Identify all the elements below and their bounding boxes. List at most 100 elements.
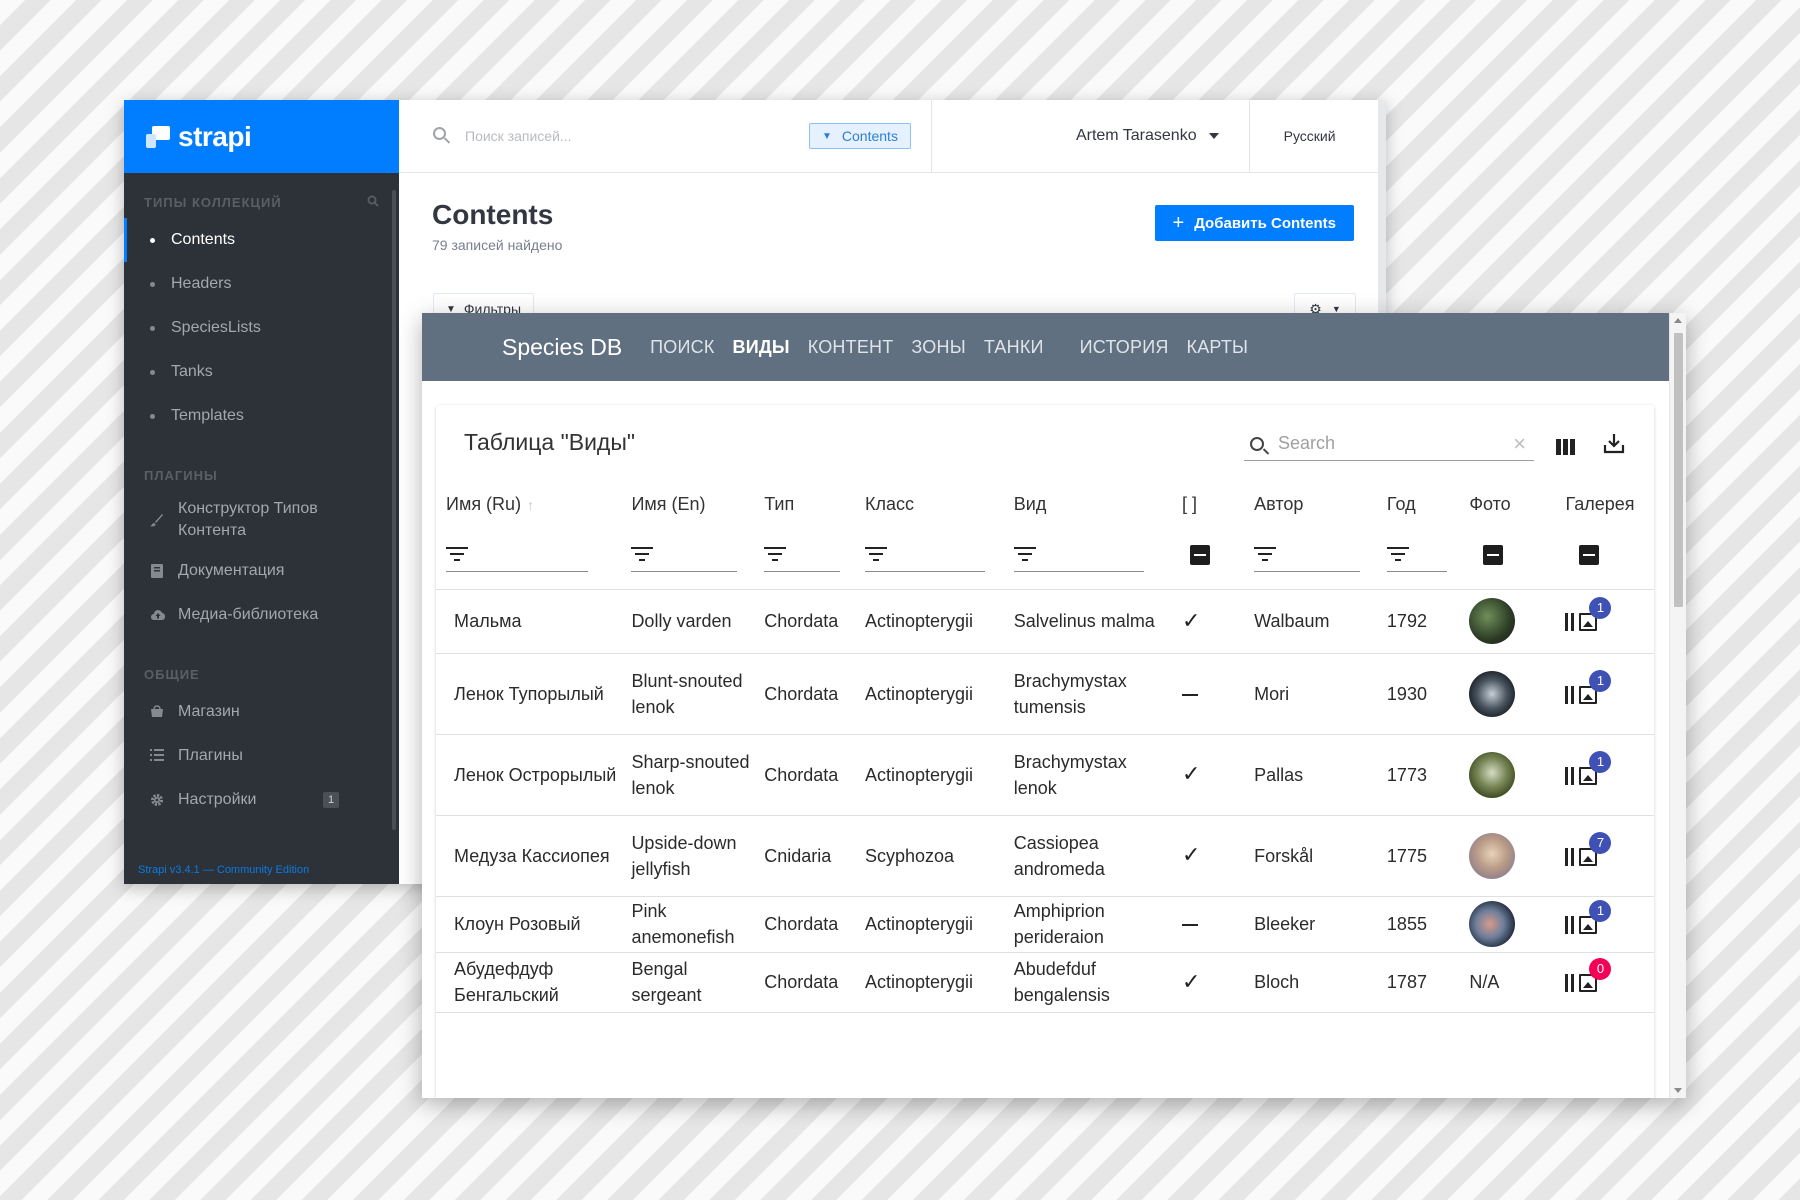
sidebar-item-plugins[interactable]: Плагины: [124, 734, 399, 778]
fish-photo[interactable]: [1469, 670, 1516, 717]
indeterminate-checkbox[interactable]: [1579, 544, 1600, 565]
filter-list-icon[interactable]: [631, 546, 654, 562]
filter-cell[interactable]: [1003, 521, 1165, 590]
user-menu[interactable]: Artem Tarasenko: [1076, 127, 1219, 145]
sidebar-item-tanks[interactable]: Tanks: [124, 350, 399, 394]
filter-list-icon[interactable]: [1254, 546, 1277, 562]
sidebar-item-specieslists[interactable]: SpeciesLists: [124, 306, 399, 350]
scroll-up-icon[interactable]: [1674, 318, 1682, 323]
nav-zones[interactable]: ЗОНЫ: [911, 337, 965, 358]
indeterminate-checkbox[interactable]: [1190, 544, 1211, 565]
gallery-icon[interactable]: 1: [1565, 669, 1612, 714]
filter-list-icon[interactable]: [1013, 546, 1036, 562]
column-header[interactable]: Галерея: [1555, 487, 1654, 521]
table-search[interactable]: Search ×: [1244, 427, 1534, 461]
nav-content[interactable]: КОНТЕНТ: [808, 337, 894, 358]
filter-list-icon[interactable]: [1386, 546, 1409, 562]
table-row[interactable]: Абудефдуф Бенгальский Bengal sergeant Ch…: [436, 952, 1654, 1013]
sidebar-item-documentation[interactable]: Документация: [124, 549, 399, 593]
filter-tag[interactable]: ▼ Contents: [809, 123, 911, 149]
filter-list-icon[interactable]: [446, 546, 468, 562]
column-header[interactable]: Вид: [1004, 487, 1164, 521]
scrollbar-thumb[interactable]: [1674, 333, 1683, 607]
nav-search[interactable]: ПОИСК: [650, 337, 714, 358]
gallery-icon[interactable]: 0: [1565, 958, 1612, 1002]
cell-photo[interactable]: [1459, 896, 1556, 953]
cell-gallery[interactable]: 0: [1555, 952, 1654, 1013]
column-header[interactable]: Класс: [855, 487, 1004, 521]
cell-photo[interactable]: [1459, 815, 1556, 897]
nav-tanks[interactable]: ТАНКИ: [984, 337, 1044, 358]
fish-photo[interactable]: [1469, 751, 1516, 798]
filter-cell[interactable]: [754, 521, 855, 590]
filter-cell[interactable]: [1555, 521, 1654, 590]
indeterminate-checkbox[interactable]: [1483, 544, 1504, 565]
cell-gallery[interactable]: 1: [1555, 734, 1654, 816]
column-header[interactable]: Автор: [1244, 487, 1377, 521]
vertical-scrollbar[interactable]: [1669, 313, 1686, 1098]
filter-cell[interactable]: [436, 521, 622, 590]
filter-cell[interactable]: [1459, 521, 1556, 590]
search-input[interactable]: Поиск записей...: [465, 128, 809, 144]
sidebar-item-marketplace[interactable]: Магазин: [124, 690, 399, 734]
nav-maps[interactable]: КАРТЫ: [1187, 337, 1249, 358]
filter-cell[interactable]: [1164, 521, 1245, 590]
gallery-icon[interactable]: 1: [1565, 597, 1612, 641]
filter-cell[interactable]: [621, 521, 755, 590]
jellyfish-photo[interactable]: [1469, 832, 1516, 879]
gallery-icon[interactable]: 7: [1565, 831, 1612, 876]
table-row[interactable]: Ленок Тупорылый Blunt-snouted lenok Chor…: [436, 653, 1654, 735]
table-search-input[interactable]: Search: [1278, 433, 1513, 454]
sidebar-item-media-library[interactable]: Медиа-библиотека: [124, 593, 399, 637]
cloud-upload-icon: [150, 608, 165, 622]
filter-list-icon[interactable]: [764, 546, 787, 562]
search-icon[interactable]: [367, 195, 379, 210]
nav-species[interactable]: ВИДЫ: [733, 337, 790, 358]
fish-photo[interactable]: [1469, 598, 1516, 644]
table-row[interactable]: Ленок Острорылый Sharp-snouted lenok Cho…: [436, 734, 1654, 816]
download-icon[interactable]: [1602, 431, 1626, 457]
search-icon[interactable]: [433, 127, 451, 145]
add-contents-button[interactable]: + Добавить Contents: [1154, 205, 1354, 241]
view-columns-icon[interactable]: [1556, 439, 1575, 455]
cell-gallery[interactable]: 1: [1555, 896, 1654, 953]
cell-name-ru: Медуза Кассиопея: [436, 815, 622, 897]
cell-gallery[interactable]: 7: [1555, 815, 1654, 897]
gallery-icon[interactable]: 1: [1565, 900, 1612, 944]
cell-name-ru: Абудефдуф Бенгальский: [436, 952, 622, 1013]
cell-photo[interactable]: [1459, 653, 1556, 735]
sidebar-item-headers[interactable]: Headers: [124, 262, 399, 306]
column-header[interactable]: Тип: [754, 487, 855, 521]
cell-photo[interactable]: [1459, 734, 1556, 816]
fish-photo[interactable]: [1469, 901, 1516, 947]
sidebar-scrollbar[interactable]: [392, 190, 396, 830]
filter-list-icon[interactable]: [864, 546, 887, 562]
cell-photo[interactable]: [1459, 589, 1556, 654]
table-row[interactable]: Медуза Кассиопея Upside-down jellyfish C…: [436, 815, 1654, 897]
column-header[interactable]: [ ]: [1164, 487, 1244, 521]
nav-history[interactable]: ИСТОРИЯ: [1080, 337, 1169, 358]
table-row[interactable]: Клоун Розовый Pink anemonefish Chordata …: [436, 896, 1654, 953]
sidebar-item-settings[interactable]: Настройки 1: [124, 778, 399, 822]
column-header[interactable]: Год: [1377, 487, 1459, 521]
gallery-icon[interactable]: 1: [1565, 750, 1612, 795]
column-header[interactable]: Имя (En): [621, 487, 754, 521]
cell-gallery[interactable]: 1: [1555, 653, 1654, 735]
cell-gallery[interactable]: 1: [1555, 589, 1654, 654]
sidebar-item-contents[interactable]: Contents: [124, 218, 399, 262]
filter-cell[interactable]: [854, 521, 1004, 590]
filter-cell[interactable]: [1244, 521, 1377, 590]
column-header[interactable]: Имя (Ru) ↑: [436, 487, 621, 521]
sidebar-item-content-type-builder[interactable]: Конструктор Типов Контента: [124, 491, 399, 549]
table-row[interactable]: Мальма Dolly varden Chordata Actinoptery…: [436, 589, 1654, 654]
language-selector[interactable]: Русский: [1284, 128, 1336, 144]
app-title[interactable]: Species DB: [502, 334, 622, 361]
sidebar-item-templates[interactable]: Templates: [124, 394, 399, 438]
arrow-up-icon[interactable]: ↑: [527, 497, 534, 513]
strapi-logo[interactable]: strapi: [124, 100, 399, 173]
page-header: Contents 79 записей найдено: [432, 199, 562, 253]
filter-cell[interactable]: [1376, 521, 1460, 590]
close-icon[interactable]: ×: [1513, 431, 1526, 457]
scroll-down-icon[interactable]: [1674, 1088, 1682, 1093]
column-header[interactable]: Фото: [1459, 487, 1555, 521]
